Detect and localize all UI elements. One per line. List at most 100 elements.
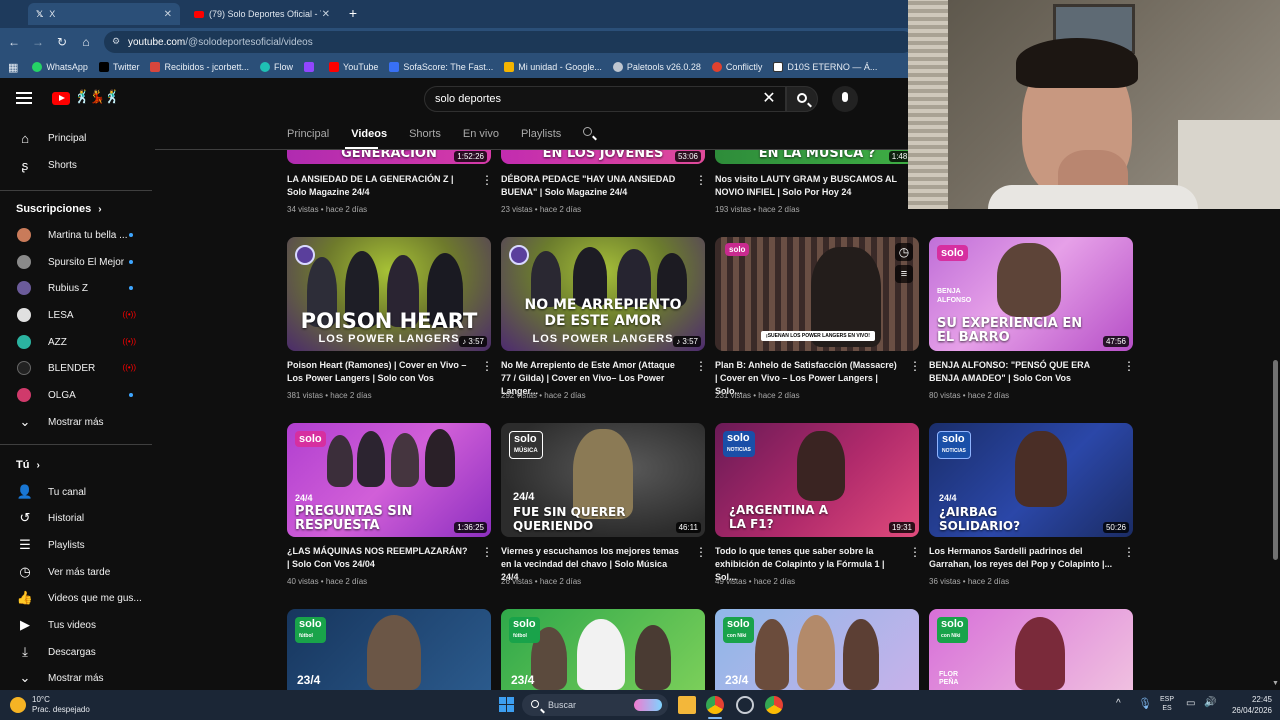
more-options-icon[interactable]: ⋮	[1123, 546, 1135, 558]
sidebar-item-liked-videos[interactable]: 👍 Videos que me gus...	[0, 585, 155, 611]
video-thumbnail[interactable]: solo fútbol 23/4	[501, 609, 705, 690]
sidebar-sub-item[interactable]: OLGA	[0, 382, 155, 408]
home-icon[interactable]: ⌂	[78, 34, 94, 50]
more-options-icon[interactable]: ⋮	[909, 360, 921, 372]
clear-search-icon[interactable]: ✕	[760, 90, 778, 108]
video-thumbnail[interactable]: solo NOTICIAS 24/4 ¿AIRBAG SOLIDARIO? 50:…	[929, 423, 1133, 537]
video-thumbnail[interactable]: solo 24/4 PREGUNTAS SIN RESPUESTA 1:36:2…	[287, 423, 491, 537]
video-thumbnail[interactable]: EN LOS JÓVENES 53:06	[501, 150, 705, 164]
sidebar-item-shorts[interactable]: ʂ Shorts	[0, 152, 155, 178]
sidebar-item-tus-videos[interactable]: ▶ Tus videos	[0, 612, 155, 638]
voice-search-icon[interactable]	[832, 86, 858, 112]
sidebar-subscriptions-header[interactable]: Suscripciones ›	[16, 203, 102, 215]
app-circle-icon[interactable]	[736, 696, 754, 714]
bookmark-youtube[interactable]: YouTube	[329, 62, 378, 72]
add-to-queue-icon[interactable]: ≡	[895, 265, 913, 283]
youtube-doodle-icon[interactable]: 🕺💃🕺	[74, 89, 121, 105]
sidebar-show-more-you[interactable]: ⌄ Mostrar más	[0, 665, 155, 691]
menu-icon[interactable]	[16, 92, 32, 104]
more-options-icon[interactable]: ⋮	[695, 546, 707, 558]
sidebar-sub-item[interactable]: LESA ((•))	[0, 302, 155, 328]
watch-later-icon[interactable]: ◷	[895, 243, 913, 261]
tab-solo-deportes[interactable]: (79) Solo Deportes Oficial - You ✕	[186, 3, 338, 25]
search-button[interactable]	[786, 86, 818, 112]
video-title[interactable]: BENJA ALFONSO: "PENSÓ QUE ERA BENJA AMAD…	[929, 359, 1114, 385]
video-title[interactable]: ¿LAS MÁQUINAS NOS REEMPLAZARÁN? | Solo C…	[287, 545, 472, 571]
windows-start-icon[interactable]	[498, 696, 516, 714]
bookmark-conflictly[interactable]: Conflictly	[711, 62, 762, 72]
address-bar[interactable]: ⚙ youtube.com/@solodeportesoficial/video…	[104, 31, 914, 53]
video-thumbnail[interactable]: GENERACIÓN 1:52:26	[287, 150, 491, 164]
bookmark-paletools[interactable]: Paletools v26.0.28	[612, 62, 701, 72]
bookmark-d10s[interactable]: D10S ETERNO — Á...	[773, 62, 877, 72]
video-thumbnail[interactable]: solo NOTICIAS ¿ARGENTINA A LA F1? 19:31	[715, 423, 919, 537]
bookmark-twitter[interactable]: Twitter	[98, 62, 139, 72]
more-options-icon[interactable]: ⋮	[481, 360, 493, 372]
more-options-icon[interactable]: ⋮	[481, 546, 493, 558]
video-thumbnail[interactable]: solo con Niki 23/4	[715, 609, 919, 690]
bookmark-flow[interactable]: Flow	[260, 62, 293, 72]
tab-videos[interactable]: Videos	[351, 128, 387, 140]
clock[interactable]: 22:45 26/04/2026	[1224, 694, 1272, 716]
sidebar-item-descargas[interactable]: ⤓ Descargas	[0, 639, 155, 665]
sidebar-sub-item[interactable]: Rubius Z	[0, 275, 155, 301]
weather-widget[interactable]: 10°C Prac. despejado	[10, 694, 90, 716]
search-input[interactable]: solo deportes	[424, 86, 786, 112]
tab-playlists[interactable]: Playlists	[521, 128, 561, 140]
video-thumbnail[interactable]: POISON HEART LOS POWER LANGERS ♪ 3:57	[287, 237, 491, 351]
scroll-down-arrow-icon[interactable]: ▼	[1272, 680, 1279, 687]
bookmark-google-drive[interactable]: Mi unidad - Google...	[504, 62, 602, 72]
taskbar-search-input[interactable]: Buscar	[522, 694, 668, 716]
sidebar-item-tu-canal[interactable]: 👤 Tu canal	[0, 479, 155, 505]
channel-search-icon[interactable]	[583, 127, 597, 141]
video-title[interactable]: Los Hermanos Sardelli padrinos del Garra…	[929, 545, 1114, 571]
forward-icon[interactable]: →	[30, 34, 46, 50]
back-icon[interactable]: ←	[6, 34, 22, 50]
tray-chevron-up-icon[interactable]: ^	[1116, 698, 1121, 709]
tab-principal[interactable]: Principal	[287, 128, 329, 140]
language-indicator[interactable]: ESP ES	[1160, 695, 1174, 713]
bookmark-whatsapp[interactable]: WhatsApp	[32, 62, 88, 72]
close-icon[interactable]: ✕	[322, 9, 330, 20]
sidebar-item-playlists[interactable]: ☰ Playlists	[0, 532, 155, 558]
video-thumbnail[interactable]: EN LA MÚSICA ? 1:48:0	[715, 150, 919, 164]
video-title[interactable]: Nos visito LAUTY GRAM y BUSCAMOS AL NOVI…	[715, 173, 900, 199]
microphone-icon[interactable]: 🎙	[1138, 697, 1152, 710]
bookmark-sofascore[interactable]: SofaScore: The Fast...	[389, 62, 493, 72]
scrollbar-thumb[interactable]	[1273, 360, 1278, 560]
sidebar-show-more-subs[interactable]: ⌄ Mostrar más	[0, 409, 155, 435]
video-thumbnail[interactable]: solo fútbol 23/4	[287, 609, 491, 690]
more-options-icon[interactable]: ⋮	[909, 546, 921, 558]
video-title[interactable]: Poison Heart (Ramones) | Cover en Vivo –…	[287, 359, 472, 385]
more-options-icon[interactable]: ⋮	[695, 174, 707, 186]
tab-x[interactable]: 𝕏 X ✕	[28, 3, 180, 25]
more-options-icon[interactable]: ⋮	[1123, 360, 1135, 372]
more-options-icon[interactable]: ⋮	[481, 174, 493, 186]
video-title[interactable]: LA ANSIEDAD DE LA GENERACIÓN Z | Solo Ma…	[287, 173, 472, 199]
apps-grid-icon[interactable]: ▦	[8, 61, 18, 74]
chrome-profile-icon[interactable]	[765, 696, 783, 714]
video-thumbnail[interactable]: solo MÚSICA 24/4 FUE SIN QUERER QUERIENDO…	[501, 423, 705, 537]
sidebar-sub-item[interactable]: Martina tu bella ...	[0, 222, 155, 248]
bookmark-twitch[interactable]	[304, 62, 318, 72]
video-thumbnail[interactable]: NO ME ARREPIENTO DE ESTE AMOR LOS POWER …	[501, 237, 705, 351]
video-thumbnail[interactable]: solo ¡SUENAN LOS POWER LANGERS EN VIVO! …	[715, 237, 919, 351]
bookmark-recibidos[interactable]: Recibidos - jcorbett...	[150, 62, 249, 72]
file-explorer-icon[interactable]	[678, 696, 696, 714]
sidebar-item-historial[interactable]: ↺ Historial	[0, 505, 155, 531]
sidebar-you-header[interactable]: Tú ›	[16, 459, 40, 471]
new-tab-button[interactable]: +	[344, 5, 362, 23]
sidebar-item-principal[interactable]: ⌂ Principal	[0, 125, 155, 151]
volume-icon[interactable]: 🔊	[1204, 697, 1216, 708]
network-icon[interactable]: ▭	[1186, 698, 1195, 709]
tab-en-vivo[interactable]: En vivo	[463, 128, 499, 140]
sidebar-sub-item[interactable]: Spursito El Mejor	[0, 249, 155, 275]
close-icon[interactable]: ✕	[164, 9, 172, 20]
site-info-icon[interactable]: ⚙	[112, 36, 120, 47]
chrome-icon[interactable]	[706, 696, 724, 714]
video-title[interactable]: DÉBORA PEDACE "HAY UNA ANSIEDAD BUENA" |…	[501, 173, 686, 199]
youtube-logo-icon[interactable]	[52, 92, 70, 105]
tab-shorts[interactable]: Shorts	[409, 128, 441, 140]
video-thumbnail[interactable]: solo BENJA ALFONSO SU EXPERIENCIA EN EL …	[929, 237, 1133, 351]
reload-icon[interactable]: ↻	[54, 34, 70, 50]
